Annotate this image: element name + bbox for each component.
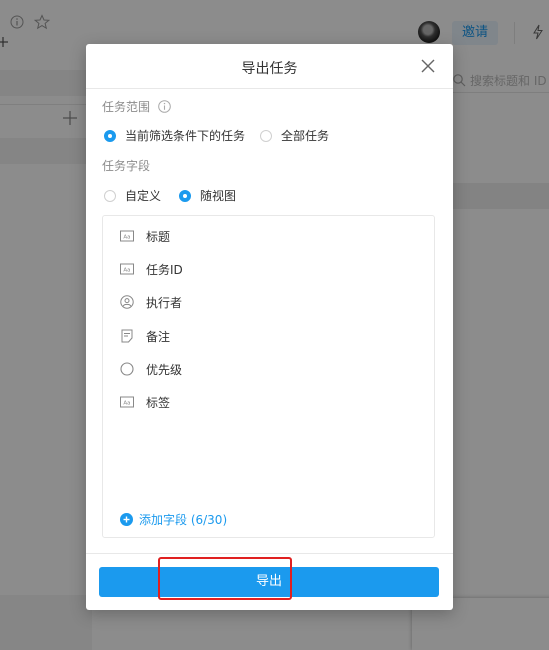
svg-text:Aa: Aa bbox=[123, 401, 130, 407]
radio-label: 全部任务 bbox=[281, 129, 330, 143]
fields-option-custom[interactable]: 自定义 bbox=[104, 187, 161, 204]
radio-checked-icon bbox=[179, 189, 191, 202]
radio-label: 自定义 bbox=[125, 189, 162, 203]
plus-circle-icon bbox=[120, 513, 133, 526]
field-item-tag: Aa 标签 bbox=[120, 392, 170, 412]
fields-label: 任务字段 bbox=[102, 159, 151, 173]
text-field-icon: Aa bbox=[120, 230, 134, 242]
field-label: 标签 bbox=[146, 395, 171, 410]
text-field-icon: Aa bbox=[120, 263, 134, 275]
dialog-header: 导出任务 bbox=[86, 44, 453, 89]
radio-unchecked-icon bbox=[260, 129, 272, 142]
field-label: 优先级 bbox=[146, 362, 183, 377]
field-item-title: Aa 标题 bbox=[120, 226, 170, 246]
export-tasks-dialog: 导出任务 任务范围 当前筛选条件下的任务 全部任务 任务字段 自定义 随视图 A… bbox=[86, 44, 453, 610]
field-list: Aa 标题 Aa 任务ID 执行者 备注 优先级 Aa 标签 添加字段 (6/3… bbox=[102, 215, 435, 538]
circle-icon bbox=[120, 362, 134, 376]
field-label: 执行者 bbox=[146, 295, 183, 310]
radio-unchecked-icon bbox=[104, 189, 116, 202]
add-field-button[interactable]: 添加字段 (6/30) bbox=[120, 511, 227, 528]
close-icon[interactable] bbox=[419, 57, 437, 75]
scope-option-filtered[interactable]: 当前筛选条件下的任务 bbox=[104, 127, 245, 144]
field-item-priority: 优先级 bbox=[120, 359, 182, 379]
text-field-icon: Aa bbox=[120, 396, 134, 408]
dialog-title: 导出任务 bbox=[241, 61, 298, 77]
add-field-label: 添加字段 (6/30) bbox=[139, 513, 228, 527]
scope-label-text: 任务范围 bbox=[102, 100, 151, 114]
field-item-note: 备注 bbox=[120, 326, 170, 346]
radio-label: 随视图 bbox=[200, 189, 237, 203]
field-item-task-id: Aa 任务ID bbox=[120, 259, 183, 279]
svg-text:Aa: Aa bbox=[123, 268, 130, 274]
svg-text:Aa: Aa bbox=[123, 235, 130, 241]
field-item-assignee: 执行者 bbox=[120, 292, 182, 312]
scope-label: 任务范围 bbox=[102, 98, 171, 115]
field-label: 标题 bbox=[146, 229, 171, 244]
info-icon[interactable] bbox=[158, 100, 171, 113]
user-icon bbox=[120, 295, 134, 309]
field-label: 备注 bbox=[146, 329, 171, 344]
fields-option-view[interactable]: 随视图 bbox=[179, 187, 236, 204]
radio-label: 当前筛选条件下的任务 bbox=[125, 129, 246, 143]
divider bbox=[86, 553, 453, 554]
radio-checked-icon bbox=[104, 129, 116, 142]
note-icon bbox=[121, 329, 133, 343]
field-label: 任务ID bbox=[146, 262, 183, 277]
export-button[interactable]: 导出 bbox=[99, 567, 439, 597]
scope-option-all[interactable]: 全部任务 bbox=[260, 127, 329, 144]
